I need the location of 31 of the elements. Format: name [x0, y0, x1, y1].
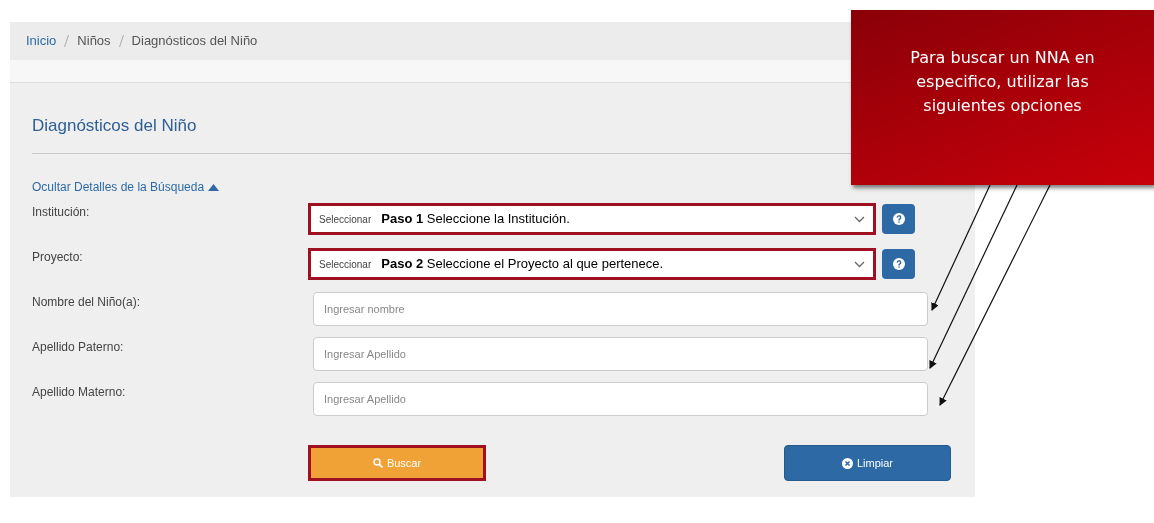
question-icon	[892, 258, 905, 270]
input-field[interactable]: Ingresar Apellido	[313, 337, 928, 371]
input-field[interactable]: Ingresar nombre	[313, 292, 928, 326]
input-field[interactable]: Ingresar Apellido	[313, 382, 928, 416]
field-label: Nombre del Niño(a):	[32, 294, 142, 311]
panel-title: Diagnósticos del Niño	[32, 115, 198, 137]
field-label: Institución:	[32, 204, 91, 221]
toggle-link[interactable]: Ocultar Detalles de la Búsqueda	[32, 178, 220, 196]
callout-text: Para buscar un NNA en especifico, utilizar las siguientes opciones	[909, 47, 1096, 117]
chevron-down-icon	[854, 260, 865, 268]
close-icon	[841, 457, 853, 469]
select-field[interactable]: Seleccionar Paso 2 Seleccione el Proyecto al que pertenece.	[308, 248, 876, 280]
breadcrumb-item: Niños	[77, 32, 111, 51]
field-label: Apellido Paterno:	[32, 339, 125, 356]
select-value: Seleccionar	[319, 212, 372, 227]
step-annotation: Paso 2 Seleccione el Proyecto al que pertenece.	[381, 255, 665, 274]
breadcrumb-separator	[64, 35, 70, 47]
clear-button[interactable]: Limpiar	[784, 445, 951, 481]
help-button[interactable]	[882, 204, 915, 234]
field-label: Proyecto:	[32, 249, 84, 266]
help-button[interactable]	[882, 249, 915, 279]
breadcrumb-separator	[118, 35, 124, 47]
breadcrumb-link[interactable]: Inicio	[26, 31, 57, 51]
question-icon	[892, 213, 905, 225]
select-value: Seleccionar	[319, 257, 372, 272]
field-label: Apellido Materno:	[32, 384, 127, 401]
chevron-down-icon	[854, 215, 865, 223]
step-annotation: Paso 1 Seleccione la Institución.	[381, 210, 571, 229]
breadcrumb-item: Diagnósticos del Niño	[131, 32, 258, 51]
select-field[interactable]: Seleccionar Paso 1 Seleccione la Institución.	[308, 203, 876, 235]
search-icon	[372, 458, 383, 468]
